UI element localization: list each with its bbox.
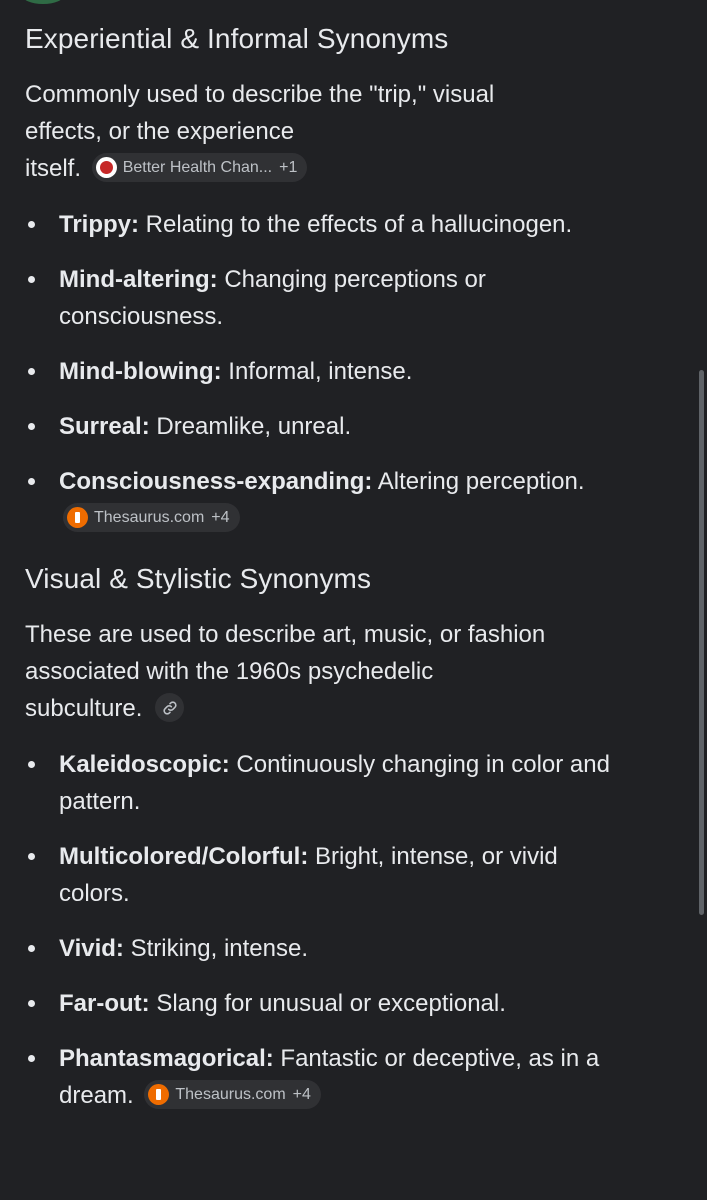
section-heading: Visual & Stylistic Synonyms <box>25 563 372 594</box>
list-item: Mind-altering: Changing perceptions or c… <box>25 261 615 335</box>
synonym-description: Slang for unusual or exceptional. <box>149 990 506 1017</box>
synonym-description: Striking, intense. <box>123 935 309 962</box>
link-icon <box>162 701 177 715</box>
list-item: Phantasmagorical: Fantastic or deceptive… <box>25 1040 615 1114</box>
synonym-term: Trippy: <box>59 211 140 238</box>
list-item: Trippy: Relating to the effects of a hal… <box>25 206 615 243</box>
intro-line: associated with the 1960s psychedelic <box>25 658 434 685</box>
source-link-button[interactable] <box>155 693 185 723</box>
source-chip-label: Thesaurus.com <box>94 509 205 527</box>
section-heading: Experiential & Informal Synonyms <box>25 23 449 54</box>
list-item: Vivid: Striking, intense. <box>25 930 615 967</box>
section-intro: These are used to describe art, music, o… <box>25 616 615 727</box>
synonym-term: Vivid: <box>59 935 124 962</box>
list-item: Multicolored/Colorful: Bright, intense, … <box>25 838 615 912</box>
intro-line: subculture. <box>25 695 143 722</box>
synonym-list: Trippy: Relating to the effects of a hal… <box>25 206 615 537</box>
thesaurus-icon <box>67 507 88 529</box>
intro-line: effects, or the experience <box>25 118 295 145</box>
answer-content: Experiential & Informal Synonyms Commonl… <box>25 0 615 1132</box>
list-item: Far-out: Slang for unusual or exceptiona… <box>25 985 615 1022</box>
source-chip-count: +4 <box>211 509 230 527</box>
synonym-term: Far-out: <box>59 990 150 1017</box>
source-chip-label: Thesaurus.com <box>175 1086 286 1104</box>
source-chip[interactable]: Thesaurus.com +4 <box>63 503 240 533</box>
intro-line: Commonly used to describe the "trip," vi… <box>25 81 495 108</box>
synonym-term: Surreal: <box>59 413 150 440</box>
source-chip[interactable]: Thesaurus.com +4 <box>144 1080 321 1110</box>
synonym-description: Altering perception. <box>372 468 585 495</box>
list-item: Surreal: Dreamlike, unreal. <box>25 408 615 445</box>
synonym-term: Multicolored/Colorful: <box>59 843 309 870</box>
synonym-term: Kaleidoscopic: <box>59 751 230 778</box>
synonym-list: Kaleidoscopic: Continuously changing in … <box>25 746 615 1114</box>
list-item: Consciousness-expanding: Altering percep… <box>25 463 615 537</box>
section-intro: Commonly used to describe the "trip," vi… <box>25 76 615 187</box>
synonym-term: Mind-altering: <box>59 266 218 293</box>
apple-icon <box>95 157 117 179</box>
source-chip-count: +1 <box>279 159 298 177</box>
synonym-description: Informal, intense. <box>221 358 413 385</box>
synonym-term: Phantasmagorical: <box>59 1045 274 1072</box>
source-chip-count: +4 <box>292 1086 311 1104</box>
scrollbar[interactable] <box>699 370 704 915</box>
intro-line: itself. <box>25 155 82 182</box>
thesaurus-icon <box>148 1084 170 1106</box>
list-item: Mind-blowing: Informal, intense. <box>25 353 615 390</box>
synonym-term: Consciousness-expanding: <box>59 468 373 495</box>
synonym-description: Relating to the effects of a hallucinoge… <box>139 211 573 238</box>
source-chip-label: Better Health Chan... <box>122 159 273 177</box>
list-item: Kaleidoscopic: Continuously changing in … <box>25 746 615 820</box>
synonym-term: Mind-blowing: <box>59 358 222 385</box>
intro-line: These are used to describe art, music, o… <box>25 621 546 648</box>
synonym-description: Dreamlike, unreal. <box>149 413 352 440</box>
source-chip[interactable]: Better Health Chan... +1 <box>91 153 308 183</box>
